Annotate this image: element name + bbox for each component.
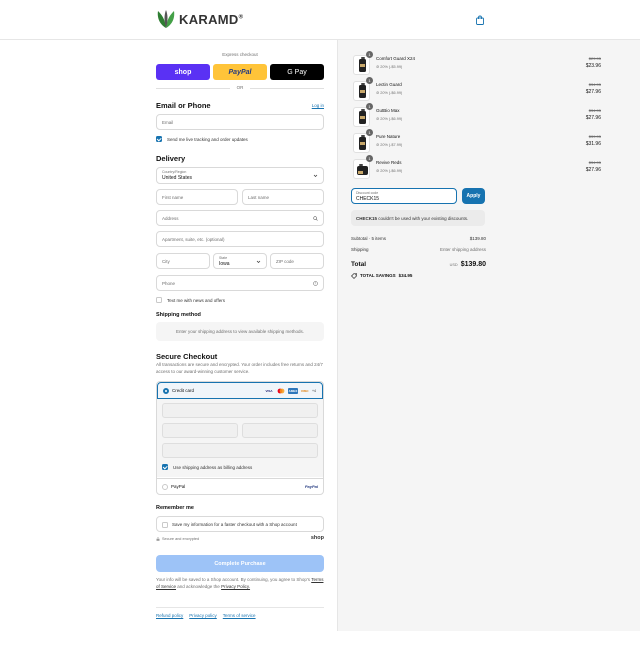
- visa-icon: VISA: [265, 389, 273, 393]
- shop-pay-button[interactable]: shop: [156, 64, 210, 80]
- contact-title: Email or Phone: [156, 101, 211, 110]
- discount-tag: ⊘ 20% (-$5.99): [376, 65, 403, 69]
- product-image: [353, 55, 370, 75]
- country-select[interactable]: Country/Region United States: [156, 167, 324, 184]
- quantity-badge: 1: [366, 51, 373, 58]
- product-image: [353, 159, 370, 179]
- payment-description: All transactions are secure and encrypte…: [156, 362, 323, 374]
- more-cards-label: +4: [312, 389, 316, 393]
- paypal-option[interactable]: PayPal PayPal: [157, 478, 323, 494]
- secure-checkout-title: Secure Checkout: [156, 352, 218, 361]
- tag-icon: [351, 273, 357, 279]
- express-checkout-label: Express checkout: [222, 52, 258, 57]
- credit-card-form: Use shipping address as billing address: [157, 399, 323, 477]
- logo-text: KARAMD®: [179, 11, 244, 27]
- header: KARAMD®: [0, 0, 640, 40]
- legal-text: Your info will be saved to a Shop accoun…: [156, 577, 324, 589]
- apartment-field[interactable]: Apartment, suite, etc. (optional): [156, 231, 324, 247]
- phone-field[interactable]: Phone ?: [156, 275, 324, 291]
- shop-logo: shop: [310, 535, 324, 541]
- billing-checkbox-row[interactable]: Use shipping address as billing address: [162, 464, 252, 470]
- line-item: 1 Comfort Guard X24 ⊘ 20% (-$5.99) $29.9…: [353, 51, 601, 75]
- line-item: 1 GutBio Max ⊘ 20% (-$6.99) $34.95 $27.9…: [353, 103, 601, 127]
- footer-links: Refund policy Privacy policy Terms of se…: [156, 613, 256, 618]
- credit-card-radio[interactable]: [163, 388, 169, 394]
- state-select[interactable]: State Iowa: [213, 253, 267, 269]
- product-image: [353, 107, 370, 127]
- quantity-badge: 1: [366, 77, 373, 84]
- line-item: 1 Pure Nature ⊘ 20% (-$7.99) $39.95 $31.…: [353, 129, 601, 153]
- product-image: [353, 81, 370, 101]
- payment-methods: Credit card VISA AMEX DISC +4 Use shippi…: [156, 381, 324, 495]
- google-pay-button[interactable]: G Pay: [270, 64, 324, 80]
- discount-tag: ⊘ 20% (-$7.99): [376, 143, 403, 147]
- shopping-bag-icon[interactable]: [475, 15, 485, 25]
- delivery-title: Delivery: [156, 154, 186, 163]
- card-number-field[interactable]: [162, 403, 318, 418]
- product-image: [353, 133, 370, 153]
- security-code-field[interactable]: [242, 423, 318, 438]
- search-icon: [313, 216, 318, 221]
- name-on-card-field[interactable]: [162, 443, 318, 458]
- address-field[interactable]: Address: [156, 210, 324, 226]
- line-item: 1 Revive Reds ⊘ 20% (-$6.99) $34.95 $27.…: [353, 155, 601, 179]
- discover-icon: DISC: [301, 389, 309, 393]
- email-field[interactable]: Email: [156, 114, 324, 130]
- paypal-logo: PayPal: [304, 484, 318, 489]
- mastercard-icon: [276, 388, 286, 394]
- line-item: 1 Lectin Guard ⊘ 20% (-$6.99) $34.95 $27…: [353, 77, 601, 101]
- zip-field[interactable]: ZIP code: [270, 253, 324, 269]
- or-divider: OR: [156, 84, 324, 92]
- shipping-info-box: Enter your shipping address to view avai…: [156, 322, 324, 341]
- tracking-checkbox-row[interactable]: Send me live tracking and order updates: [156, 136, 248, 142]
- news-checkbox[interactable]: [156, 297, 162, 303]
- quantity-badge: 1: [366, 129, 373, 136]
- news-checkbox-row[interactable]: Text me with news and offers: [156, 297, 225, 303]
- chevron-down-icon: [313, 174, 318, 177]
- subtotal-row: Subtotal · 5 items $139.80: [351, 236, 486, 241]
- discount-code-field[interactable]: Discount code CHECK15: [351, 188, 457, 204]
- discount-error-message: CHECK15 couldn't be used with your exist…: [351, 210, 485, 226]
- total-row: Total USD $139.80: [351, 261, 486, 268]
- apply-discount-button[interactable]: Apply: [462, 188, 485, 204]
- save-info-box[interactable]: Save my information for a faster checkou…: [156, 516, 324, 532]
- save-info-checkbox[interactable]: [162, 522, 168, 528]
- shipping-method-title: Shipping method: [156, 312, 201, 318]
- amex-icon: AMEX: [288, 388, 298, 394]
- paypal-radio[interactable]: [162, 484, 168, 490]
- credit-card-option[interactable]: Credit card VISA AMEX DISC +4: [157, 382, 323, 399]
- leaf-logo-icon: [157, 10, 175, 28]
- footer-divider: [156, 607, 324, 608]
- secure-encrypted-label: Secure and encrypted: [156, 537, 199, 541]
- terms-of-service-link[interactable]: Terms of service: [223, 613, 256, 618]
- quantity-badge: 1: [366, 155, 373, 162]
- shipping-row: Shipping Enter shipping address: [351, 247, 486, 252]
- chevron-down-icon: [256, 260, 261, 263]
- order-summary: 1 Comfort Guard X24 ⊘ 20% (-$5.99) $29.9…: [337, 40, 640, 631]
- paypal-button[interactable]: PayPal: [213, 64, 267, 80]
- tracking-checkbox[interactable]: [156, 136, 162, 142]
- billing-checkbox[interactable]: [162, 464, 168, 470]
- refund-policy-link[interactable]: Refund policy: [156, 613, 183, 618]
- login-link[interactable]: Log in: [312, 103, 324, 108]
- privacy-link[interactable]: Privacy Policy.: [221, 584, 250, 589]
- expiration-field[interactable]: [162, 423, 238, 438]
- quantity-badge: 1: [366, 103, 373, 110]
- discount-tag: ⊘ 20% (-$6.99): [376, 117, 403, 121]
- last-name-field[interactable]: Last name: [242, 189, 324, 205]
- discount-tag: ⊘ 20% (-$6.99): [376, 169, 403, 173]
- help-circle-icon[interactable]: ?: [313, 281, 318, 286]
- lock-icon: [156, 537, 160, 541]
- complete-purchase-button[interactable]: Complete Purchase: [156, 555, 324, 572]
- express-checkout-buttons: shop PayPal G Pay: [156, 64, 324, 80]
- card-brands: VISA AMEX DISC +4: [264, 388, 316, 394]
- remember-me-title: Remember me: [156, 505, 194, 511]
- discount-tag: ⊘ 20% (-$6.99): [376, 91, 403, 95]
- first-name-field[interactable]: First name: [156, 189, 238, 205]
- privacy-policy-link[interactable]: Privacy policy: [189, 613, 217, 618]
- total-savings-row: TOTAL SAVINGS $34.95: [351, 273, 486, 279]
- city-field[interactable]: City: [156, 253, 210, 269]
- logo[interactable]: KARAMD®: [155, 8, 243, 30]
